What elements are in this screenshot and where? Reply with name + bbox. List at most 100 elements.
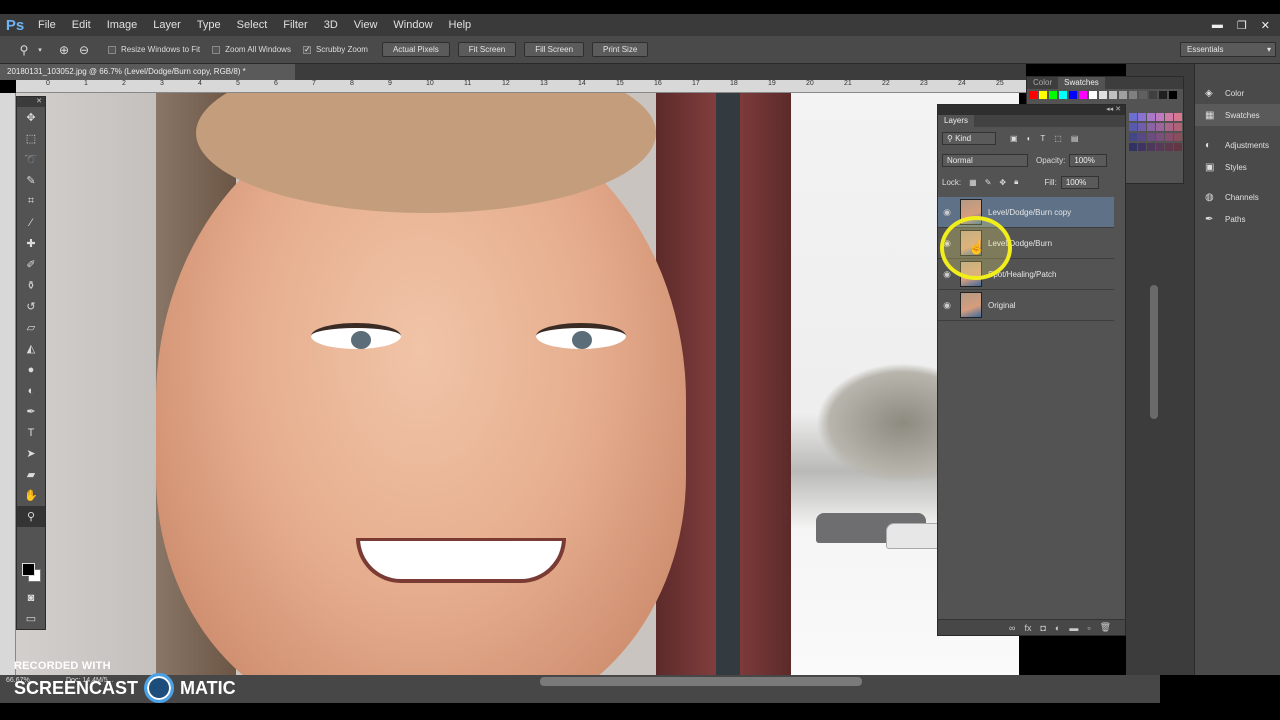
new-group-icon[interactable]: ▬: [1069, 623, 1078, 633]
actual-pixels-button[interactable]: Actual Pixels: [381, 42, 450, 57]
add-mask-icon[interactable]: ◘: [1040, 623, 1045, 633]
hand-tool-icon[interactable]: ✋: [17, 485, 45, 506]
swatch[interactable]: [1147, 113, 1155, 121]
filter-type-icon[interactable]: T: [1040, 134, 1045, 143]
fill-input[interactable]: 100%: [1060, 175, 1099, 189]
quick-select-tool-icon[interactable]: ✎: [17, 170, 45, 191]
horizontal-scrollbar[interactable]: [540, 677, 862, 686]
eyedropper-tool-icon[interactable]: ⁄: [17, 212, 45, 233]
dock-item-swatches[interactable]: ▦ Swatches: [1195, 104, 1280, 126]
tab-color[interactable]: Color: [1027, 77, 1058, 89]
resize-windows-checkbox[interactable]: Resize Windows to Fit: [108, 45, 200, 54]
eye-icon[interactable]: ◉: [938, 300, 956, 311]
foreground-color-swatch[interactable]: [22, 563, 35, 576]
filter-smart-object-icon[interactable]: ▤: [1071, 134, 1079, 143]
menu-filter[interactable]: Filter: [275, 14, 315, 36]
swatch[interactable]: [1069, 91, 1077, 99]
lock-transparent-icon[interactable]: ▦: [969, 178, 977, 187]
swatch[interactable]: [1156, 143, 1164, 151]
blur-tool-icon[interactable]: ●: [17, 359, 45, 380]
swatch[interactable]: [1165, 133, 1173, 141]
swatch[interactable]: [1165, 113, 1173, 121]
crop-tool-icon[interactable]: ⌗: [17, 191, 45, 212]
swatch[interactable]: [1059, 91, 1067, 99]
history-brush-tool-icon[interactable]: ↺: [17, 296, 45, 317]
path-select-tool-icon[interactable]: ➤: [17, 443, 45, 464]
healing-brush-tool-icon[interactable]: ✚: [17, 233, 45, 254]
menu-window[interactable]: Window: [385, 14, 440, 36]
menu-image[interactable]: Image: [99, 14, 146, 36]
filter-shape-icon[interactable]: ⬚: [1054, 134, 1062, 143]
swatch[interactable]: [1039, 91, 1047, 99]
swatch[interactable]: [1138, 113, 1146, 121]
swatch[interactable]: [1138, 133, 1146, 141]
dock-item-adjustments[interactable]: ◐ Adjustments: [1195, 134, 1280, 156]
zoom-all-windows-checkbox[interactable]: Zoom All Windows: [212, 45, 291, 54]
shape-tool-icon[interactable]: ▰: [17, 464, 45, 485]
menu-file[interactable]: File: [30, 14, 64, 36]
swatch[interactable]: [1129, 113, 1137, 121]
delete-layer-icon[interactable]: 🗑︎: [1100, 622, 1111, 633]
menu-3d[interactable]: 3D: [316, 14, 346, 36]
brush-tool-icon[interactable]: ✐: [17, 254, 45, 275]
filter-adjustment-icon[interactable]: ◐: [1027, 134, 1032, 143]
swatch[interactable]: [1109, 91, 1117, 99]
swatch[interactable]: [1089, 91, 1097, 99]
swatch[interactable]: [1147, 133, 1155, 141]
swatch[interactable]: [1169, 91, 1177, 99]
fill-screen-button[interactable]: Fill Screen: [524, 42, 585, 57]
swatch[interactable]: [1156, 133, 1164, 141]
lock-position-icon[interactable]: ✥: [999, 178, 1006, 187]
link-layers-icon[interactable]: ∞: [1009, 623, 1015, 633]
chevron-down-icon[interactable]: ▾: [36, 42, 44, 58]
menu-edit[interactable]: Edit: [64, 14, 99, 36]
swatch[interactable]: [1139, 91, 1147, 99]
quick-mask-icon[interactable]: ◙: [17, 587, 45, 608]
layer-filter-select[interactable]: ⚲ Kind: [942, 131, 996, 145]
paint-bucket-tool-icon[interactable]: ◭: [17, 338, 45, 359]
pen-tool-icon[interactable]: ✒: [17, 401, 45, 422]
swatch[interactable]: [1147, 123, 1155, 131]
layer-style-icon[interactable]: fx: [1024, 623, 1031, 633]
swatch[interactable]: [1129, 123, 1137, 131]
swatch[interactable]: [1138, 143, 1146, 151]
swatch[interactable]: [1174, 133, 1182, 141]
restore-icon[interactable]: ❐: [1237, 19, 1247, 32]
zoom-in-icon[interactable]: ⊕: [56, 42, 72, 58]
minimize-icon[interactable]: ▬: [1212, 19, 1223, 31]
lock-all-icon[interactable]: 🔒︎: [1014, 177, 1018, 187]
close-icon[interactable]: ✕: [1261, 19, 1270, 32]
clone-stamp-tool-icon[interactable]: ⚱: [17, 275, 45, 296]
menu-type[interactable]: Type: [189, 14, 229, 36]
swatch[interactable]: [1129, 143, 1137, 151]
zoom-tool-icon[interactable]: ⚲: [16, 42, 32, 58]
menu-select[interactable]: Select: [229, 14, 276, 36]
layer-row[interactable]: ◉ Original: [938, 290, 1114, 321]
swatch[interactable]: [1174, 143, 1182, 151]
swatch[interactable]: [1147, 143, 1155, 151]
eraser-tool-icon[interactable]: ▱: [17, 317, 45, 338]
swatch[interactable]: [1119, 91, 1127, 99]
scrubby-zoom-checkbox[interactable]: ✓ Scrubby Zoom: [302, 45, 368, 54]
print-size-button[interactable]: Print Size: [592, 42, 649, 57]
swatch[interactable]: [1159, 91, 1167, 99]
menu-view[interactable]: View: [346, 14, 386, 36]
menu-help[interactable]: Help: [441, 14, 480, 36]
image-canvas[interactable]: [16, 93, 1019, 675]
type-tool-icon[interactable]: T: [17, 422, 45, 443]
swatch[interactable]: [1029, 91, 1037, 99]
tools-panel-header[interactable]: ✕: [17, 97, 45, 107]
lasso-tool-icon[interactable]: ➰: [17, 149, 45, 170]
dock-item-channels[interactable]: ◍ Channels: [1195, 186, 1280, 208]
ruler-left[interactable]: [0, 93, 16, 675]
swatch[interactable]: [1174, 113, 1182, 121]
blend-mode-select[interactable]: Normal: [942, 153, 1028, 167]
swatch[interactable]: [1129, 133, 1137, 141]
marquee-tool-icon[interactable]: ⬚: [17, 128, 45, 149]
dodge-tool-icon[interactable]: ◐: [17, 380, 45, 401]
swatch[interactable]: [1174, 123, 1182, 131]
swatch[interactable]: [1165, 123, 1173, 131]
swatch[interactable]: [1079, 91, 1087, 99]
move-tool-icon[interactable]: ✥: [17, 107, 45, 128]
tab-swatches[interactable]: Swatches: [1058, 77, 1105, 89]
